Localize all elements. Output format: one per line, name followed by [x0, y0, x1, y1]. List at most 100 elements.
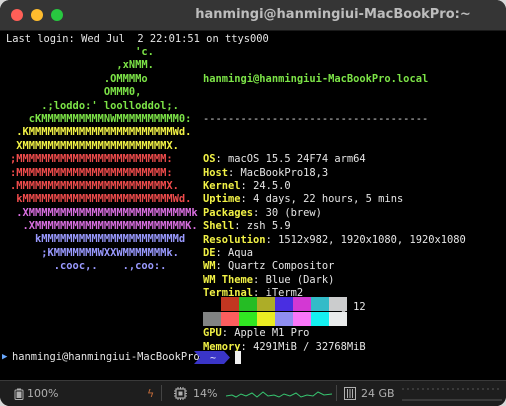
- color-swatch: [329, 312, 347, 326]
- color-swatch: [239, 312, 257, 326]
- prompt-directory-segment: ~: [194, 351, 230, 364]
- info-value: Quartz Compositor: [228, 260, 335, 273]
- info-separator: :: [253, 273, 266, 286]
- color-swatch: [275, 312, 293, 326]
- color-swatch: [293, 312, 311, 326]
- prompt-user-host: hanmingi@hanmingiui-MacBookPro: [12, 351, 200, 363]
- ascii-art-line: :MMMMMMMMMMMMMMMMMMMMMMMM:: [10, 166, 173, 179]
- info-row: WM Theme: Blue (Dark): [203, 274, 466, 287]
- info-label: DE: [203, 246, 216, 259]
- info-separator: :: [228, 166, 241, 179]
- info-value: MacBookPro18,3: [240, 166, 329, 179]
- battery-percent: 100%: [27, 387, 59, 400]
- text-cursor: [235, 351, 241, 364]
- color-swatch: [221, 297, 239, 311]
- info-value: 24.5.0: [253, 180, 291, 192]
- ascii-art-line: XMMMMMMMMMMMMMMMMMMMMMMMX.: [10, 139, 179, 152]
- info-user-host: hanmingi@hanmingiui-MacBookPro.local: [203, 72, 429, 85]
- color-swatch: [293, 297, 311, 311]
- info-value: macOS 15.5 24F74 arm64: [228, 153, 366, 166]
- color-swatch: [311, 312, 329, 326]
- apple-ascii-logo: 'c. ,xNMM. .OMMMMo OMMM0, .;loddo:' lool…: [10, 46, 198, 274]
- ascii-art-line: .cooc,. .,coo:.: [10, 260, 167, 273]
- ascii-art-line: .KMMMMMMMMMMMMMMMMMMMMMMMWd.: [10, 126, 192, 139]
- info-row: WM: Quartz Compositor: [203, 260, 466, 273]
- info-row: DE: Aqua: [203, 247, 466, 260]
- color-swatch: [257, 297, 275, 311]
- color-swatch: [221, 312, 239, 326]
- info-separator: :: [253, 206, 266, 219]
- info-separator: :: [215, 246, 229, 259]
- info-row: Host: MacBookPro18,3: [203, 167, 466, 180]
- shell-prompt[interactable]: ▶ hanmingi@hanmingiui-MacBookPro ~: [2, 351, 506, 365]
- info-value: Aqua: [228, 246, 254, 259]
- info-value: zsh 5.9: [246, 220, 291, 233]
- info-separator: :: [221, 327, 235, 340]
- info-value: Blue (Dark): [265, 273, 335, 286]
- cpu-usage-graph: [226, 391, 332, 398]
- info-label: Kernel: [203, 180, 241, 192]
- ascii-art-line: .XMMMMMMMMMMMMMMMMMMMMMMMMMMk: [10, 206, 198, 219]
- info-separator: :: [215, 260, 229, 273]
- ascii-art-line: cKMMMMMMMMMMNWMMMMMMMMMM0:: [10, 112, 192, 125]
- info-separator: :: [240, 180, 254, 192]
- info-separator: :: [215, 153, 229, 166]
- cpu-percent: 14%: [193, 387, 218, 400]
- color-swatch: [329, 297, 347, 311]
- info-row: OS: macOS 15.5 24F74 arm64: [203, 153, 466, 166]
- ascii-art-line: ;KMMMMMMMWXXWMMMMMMMk.: [10, 246, 179, 259]
- info-row: Packages: 30 (brew): [203, 207, 466, 220]
- info-separator: :: [240, 193, 254, 206]
- title-bar: hanmingi@hanmingiui-MacBookPro:~: [0, 0, 506, 31]
- terminal-content[interactable]: Last login: Wed Jul 2 22:01:51 on ttys00…: [2, 33, 502, 381]
- info-label: WM: [203, 260, 216, 273]
- ascii-art-line: .XMMMMMMMMMMMMMMMMMMMMMMMMK.: [10, 220, 198, 233]
- ascii-art-line: ;MMMMMMMMMMMMMMMMMMMMMMMM:: [10, 153, 173, 166]
- info-label: Packages: [203, 206, 254, 219]
- info-value: 1512x982, 1920x1080, 1920x1080: [278, 233, 466, 246]
- ascii-art-line: .OMMMMo: [10, 72, 148, 85]
- color-swatch: [257, 312, 275, 326]
- info-label: OS: [203, 153, 216, 166]
- color-swatch: [275, 297, 293, 311]
- last-login-line: Last login: Wed Jul 2 22:01:51 on ttys00…: [6, 33, 269, 45]
- ascii-art-line: kMMMMMMMMMMMMMMMMMMMMMMMMWd.: [10, 193, 192, 206]
- ascii-art-line: 'c.: [10, 46, 154, 58]
- info-row: Shell: zsh 5.9: [203, 220, 466, 233]
- info-value: Apple M1 Pro: [234, 327, 310, 340]
- battery-icon: [14, 388, 24, 400]
- color-swatch: [311, 297, 329, 311]
- memory-usage: 24 GB: [361, 387, 395, 400]
- info-row: GPU: Apple M1 Pro: [203, 327, 466, 340]
- info-row: Uptime: 4 days, 22 hours, 5 mins: [203, 193, 466, 206]
- ascii-art-line: OMMM0,: [10, 86, 142, 99]
- window-title: hanmingi@hanmingiui-MacBookPro:~: [195, 7, 471, 22]
- divider: [336, 385, 337, 401]
- status-bar: 100% ϟ 14% 24 GB: [0, 380, 506, 406]
- memory-usage-graph: [402, 388, 502, 401]
- info-label: Resolution: [203, 233, 266, 246]
- ascii-art-line: .MMMMMMMMMMMMMMMMMMMMMMMMX.: [10, 179, 179, 192]
- info-label: Uptime: [203, 193, 241, 206]
- system-info: hanmingi@hanmingiui-MacBookPro.local ---…: [203, 46, 466, 381]
- info-label: Host: [203, 166, 229, 179]
- divider: [161, 385, 162, 401]
- info-divider: ------------------------------------: [203, 113, 429, 126]
- info-separator: :: [265, 233, 279, 246]
- info-value: 30 (brew): [265, 206, 322, 219]
- ascii-art-line: kMMMMMMMMMMMMMMMMMMMMMMd: [10, 233, 186, 246]
- info-value: 4 days, 22 hours, 5 mins: [253, 193, 404, 206]
- info-label: Shell: [203, 220, 235, 233]
- color-swatch: [203, 312, 221, 326]
- ascii-art-line: ,xNMM.: [10, 59, 154, 72]
- terminal-window: hanmingi@hanmingiui-MacBookPro:~ Last lo…: [0, 0, 506, 406]
- color-swatch: [239, 297, 257, 311]
- info-label: WM Theme: [203, 273, 254, 286]
- ascii-art-line: .;loddo:' loolloddol;.: [10, 99, 179, 112]
- info-row: Kernel: 24.5.0: [203, 180, 466, 193]
- cpu-icon: [174, 387, 187, 400]
- memory-icon: [344, 387, 356, 400]
- color-swatch: [203, 297, 221, 311]
- charging-icon: ϟ: [147, 387, 155, 400]
- prompt-arrow-icon: ▶: [2, 352, 8, 362]
